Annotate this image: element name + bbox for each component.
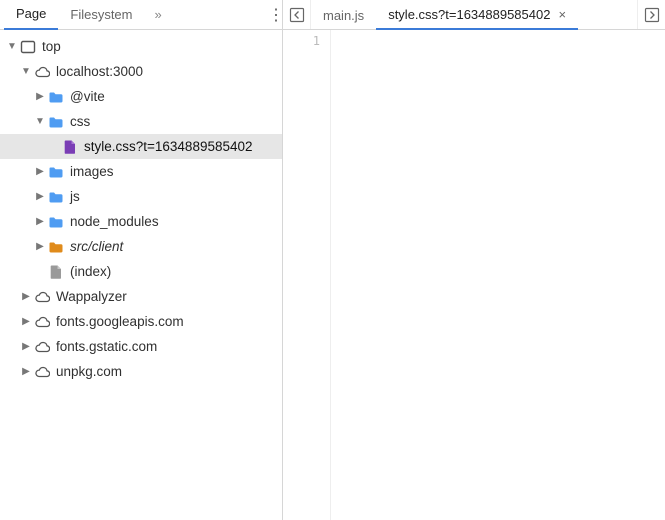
chevron-right-icon: ▶ [20,316,32,327]
code-area[interactable] [331,30,665,520]
tree-row-wappalyzer[interactable]: ▶ Wappalyzer [0,284,282,309]
tree-label: js [70,189,80,204]
close-icon[interactable]: × [558,7,566,22]
tree-row-srcclient[interactable]: ▶ src/client [0,234,282,259]
line-gutter: 1 [283,30,331,520]
chevron-right-icon: ▶ [34,216,46,227]
frame-icon [20,39,36,55]
nav-next-button[interactable] [637,0,665,29]
chevron-right-icon: ▶ [20,291,32,302]
chevron-down-icon: ▼ [34,116,46,127]
chevron-right-icon: ▶ [20,366,32,377]
sidebar-tab-page[interactable]: Page [4,0,58,30]
tree-row-localhost[interactable]: ▼ localhost:3000 [0,59,282,84]
editor-tab-label: main.js [323,8,364,23]
tree-label: src/client [70,239,123,254]
line-number: 1 [283,34,320,48]
tree-label: fonts.gstatic.com [56,339,157,354]
tree-label: top [42,39,61,54]
editor-tab-mainjs[interactable]: main.js [311,0,376,29]
folder-icon [48,214,64,230]
nav-prev-icon [289,7,305,23]
editor-pane: main.js style.css?t=1634889585402 × 1 [283,0,665,520]
chevron-right-icon: ▶ [34,91,46,102]
chevron-down-icon: ▼ [6,41,18,52]
tree-row-vite[interactable]: ▶ @vite [0,84,282,109]
tree-row-css[interactable]: ▼ css [0,109,282,134]
cloud-icon [34,364,50,380]
file-icon [62,139,78,155]
file-icon [48,264,64,280]
chevron-right-icon: ▶ [34,241,46,252]
folder-icon [48,164,64,180]
tree-row-googleapis[interactable]: ▶ fonts.googleapis.com [0,309,282,334]
sidebar: Page Filesystem » ⋮ ▼ top ▼ localhost:30… [0,0,283,520]
chevron-down-icon: ▼ [20,66,32,77]
editor-tab-label: style.css?t=1634889585402 [388,7,550,22]
tree-label: (index) [70,264,111,279]
tree-row-images[interactable]: ▶ images [0,159,282,184]
chevron-right-icon: ▶ [20,341,32,352]
folder-icon [48,239,64,255]
tree-row-nodemodules[interactable]: ▶ node_modules [0,209,282,234]
cloud-icon [34,64,50,80]
tree-label: @vite [70,89,105,104]
chevron-right-icon: ▶ [34,166,46,177]
tree-label: Wappalyzer [56,289,127,304]
tree-row-unpkg[interactable]: ▶ unpkg.com [0,359,282,384]
cloud-icon [34,314,50,330]
code-editor[interactable]: 1 [283,30,665,520]
sidebar-tabs-overflow[interactable]: » [145,7,172,22]
editor-tab-stylecss[interactable]: style.css?t=1634889585402 × [376,0,578,30]
tree-label: localhost:3000 [56,64,143,79]
editor-tabbar: main.js style.css?t=1634889585402 × [283,0,665,30]
sidebar-tab-filesystem[interactable]: Filesystem [58,0,144,30]
tree-row-index[interactable]: ▶ (index) [0,259,282,284]
tree-label: style.css?t=1634889585402 [84,139,253,154]
devtools-sources-panel: Page Filesystem » ⋮ ▼ top ▼ localhost:30… [0,0,665,520]
tree-row-js[interactable]: ▶ js [0,184,282,209]
tree-row-stylecss[interactable]: ▶ style.css?t=1634889585402 [0,134,282,159]
cloud-icon [34,339,50,355]
folder-icon [48,114,64,130]
tree-row-gstatic[interactable]: ▶ fonts.gstatic.com [0,334,282,359]
file-tree: ▼ top ▼ localhost:3000 ▶ @vite ▼ css ▶ [0,30,282,520]
sidebar-tabbar: Page Filesystem » ⋮ [0,0,282,30]
nav-next-icon [644,7,660,23]
tree-label: images [70,164,114,179]
tree-label: fonts.googleapis.com [56,314,184,329]
folder-icon [48,89,64,105]
tree-label: unpkg.com [56,364,122,379]
chevron-right-icon: ▶ [34,191,46,202]
nav-prev-button[interactable] [283,0,311,29]
tree-label: node_modules [70,214,159,229]
tree-row-top[interactable]: ▼ top [0,34,282,59]
sidebar-more-icon[interactable]: ⋮ [260,5,278,25]
tree-label: css [70,114,90,129]
cloud-icon [34,289,50,305]
folder-icon [48,189,64,205]
